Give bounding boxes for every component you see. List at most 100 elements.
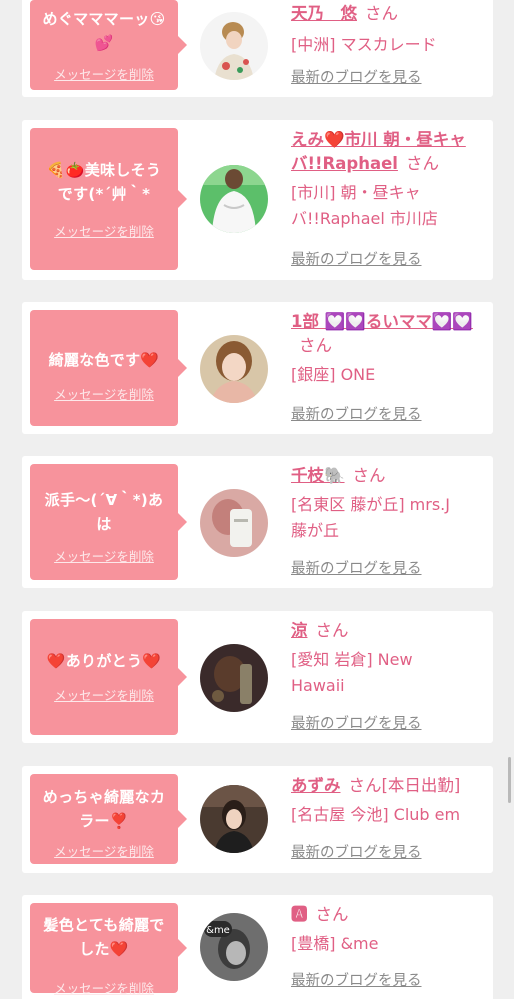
user-name-link[interactable]: 🅰 — [291, 905, 308, 924]
svg-text:&me: &me — [206, 925, 230, 936]
name-line: 天乃 悠さん — [291, 2, 487, 26]
name-line: 1部 💟💟るいママ💟💟 さん — [291, 310, 487, 358]
delete-message-link[interactable]: メッセージを削除 — [30, 978, 178, 997]
honorific: さん — [352, 466, 386, 485]
shop-line: [中洲] マスカレード — [291, 35, 437, 54]
message-line: 💕 — [94, 34, 114, 52]
user-name-link[interactable]: 千枝🐘 — [291, 466, 345, 485]
name-line: 涼さん — [291, 619, 487, 643]
avatar[interactable] — [200, 785, 268, 853]
avatar[interactable] — [200, 489, 268, 557]
message-card: 派手〜(´∀｀*)あ は メッセージを削除 千枝🐘 さん [名東区 藤が丘] mr… — [22, 456, 493, 588]
message-card: めぐマママーッ😘 💕 メッセージを削除 天乃 悠さん [中洲] マスカレード 最… — [22, 0, 493, 97]
user-info: 🅰 さん [豊橋] &me — [291, 903, 487, 957]
shop-line: バ!!Raphael 市川店 — [291, 209, 438, 228]
delete-message-link[interactable]: メッセージを削除 — [30, 384, 178, 403]
message-text: めぐマママーッ😘 💕 — [40, 7, 168, 55]
message-bubble: 綺麗な色です❤️ メッセージを削除 — [30, 310, 187, 426]
shop-line: 藤が丘 — [291, 521, 340, 540]
message-line: ❤️ありがとう❤️ — [46, 652, 162, 670]
delete-message-link[interactable]: メッセージを削除 — [30, 221, 178, 240]
honorific: さん — [315, 905, 349, 924]
message-card: 🍕🍅美味しそう です(*´艸｀* メッセージを削除 えみ❤️市川 朝・昼キャバ!… — [22, 120, 493, 280]
message-card: 綺麗な色です❤️ メッセージを削除 1部 💟💟るいママ💟💟 さん [銀座] ONE… — [22, 302, 493, 434]
user-info: 1部 💟💟るいママ💟💟 さん [銀座] ONE — [291, 310, 487, 388]
shop-info: [銀座] ONE — [291, 362, 487, 388]
message-line: めぐマママーッ😘 — [42, 10, 166, 28]
latest-blog-link[interactable]: 最新のブログを見る — [291, 403, 422, 424]
user-info: 天乃 悠さん [中洲] マスカレード — [291, 2, 487, 58]
user-name-link[interactable]: 天乃 悠 — [291, 4, 357, 23]
latest-blog-link[interactable]: 最新のブログを見る — [291, 248, 422, 269]
message-text: 派手〜(´∀｀*)あ は — [40, 488, 168, 536]
shop-line: [愛知 岩倉] New — [291, 650, 413, 669]
delete-message-link[interactable]: メッセージを削除 — [30, 685, 178, 704]
message-bubble: 🍕🍅美味しそう です(*´艸｀* メッセージを削除 — [30, 128, 187, 270]
message-line: 🍕🍅美味しそう — [46, 161, 162, 179]
user-name-link[interactable]: えみ❤️市川 朝・昼キャバ!!Raphael — [291, 130, 466, 173]
honorific: さん — [348, 776, 382, 795]
message-line: 髪色とても綺麗で — [43, 916, 165, 934]
message-bubble: めっちゃ綺麗なカ ラー❣️ メッセージを削除 — [30, 774, 187, 864]
latest-blog-link[interactable]: 最新のブログを見る — [291, 841, 422, 862]
message-card: ❤️ありがとう❤️ メッセージを削除 涼さん [愛知 岩倉] New Hawai… — [22, 611, 493, 743]
delete-message-link[interactable]: メッセージを削除 — [30, 64, 178, 83]
message-text: 髪色とても綺麗で した❤️ — [40, 913, 168, 961]
message-line: は — [96, 515, 112, 533]
message-bubble: ❤️ありがとう❤️ メッセージを削除 — [30, 619, 187, 735]
shop-line: [豊橋] &me — [291, 934, 379, 953]
user-info: あずみ さん[本日出勤] [名古屋 今池] Club em — [291, 774, 487, 828]
message-bubble: めぐマママーッ😘 💕 メッセージを削除 — [30, 0, 187, 90]
message-text: ❤️ありがとう❤️ — [40, 649, 168, 673]
message-line: 綺麗な色です❤️ — [48, 351, 160, 369]
user-name-link[interactable]: 1部 💟💟るいママ💟💟 — [291, 312, 473, 331]
shop-line: Hawaii — [291, 676, 345, 695]
shop-info: [中洲] マスカレード — [291, 32, 487, 58]
user-info: 千枝🐘 さん [名東区 藤が丘] mrs.J 藤が丘 — [291, 464, 487, 544]
user-name-link[interactable]: 涼 — [291, 621, 308, 640]
shop-line: [銀座] ONE — [291, 365, 376, 384]
honorific: さん — [405, 154, 439, 173]
message-text: 綺麗な色です❤️ — [40, 348, 168, 372]
honorific: さん — [299, 336, 332, 355]
avatar[interactable]: &me — [200, 913, 268, 981]
message-list: めぐマママーッ😘 💕 メッセージを削除 天乃 悠さん [中洲] マスカレード 最… — [0, 0, 514, 999]
user-info: えみ❤️市川 朝・昼キャバ!!Raphael さん [市川] 朝・昼キャ バ!!R… — [291, 128, 487, 232]
user-info: 涼さん [愛知 岩倉] New Hawaii — [291, 619, 487, 699]
honorific: さん — [365, 4, 398, 23]
shop-line: [市川] 朝・昼キャ — [291, 183, 421, 202]
message-line: ラー❣️ — [79, 812, 129, 830]
avatar[interactable] — [200, 12, 268, 80]
delete-message-link[interactable]: メッセージを削除 — [30, 841, 178, 860]
name-line: 千枝🐘 さん — [291, 464, 487, 488]
delete-message-link[interactable]: メッセージを削除 — [30, 546, 178, 565]
message-line: めっちゃ綺麗なカ — [42, 788, 166, 806]
shop-line: [名古屋 今池] Club em — [291, 805, 461, 824]
avatar[interactable] — [200, 165, 268, 233]
name-line: あずみ さん[本日出勤] — [291, 774, 487, 798]
message-card: めっちゃ綺麗なカ ラー❣️ メッセージを削除 あずみ さん[本日出勤] [名古屋 … — [22, 766, 493, 873]
name-line: 🅰 さん — [291, 903, 487, 927]
avatar[interactable] — [200, 335, 268, 403]
latest-blog-link[interactable]: 最新のブログを見る — [291, 712, 422, 733]
shop-info: [名東区 藤が丘] mrs.J 藤が丘 — [291, 492, 487, 544]
message-text: 🍕🍅美味しそう です(*´艸｀* — [40, 158, 168, 206]
honorific: さん — [315, 621, 349, 640]
message-text: めっちゃ綺麗なカ ラー❣️ — [40, 785, 168, 833]
latest-blog-link[interactable]: 最新のブログを見る — [291, 969, 422, 990]
avatar[interactable] — [200, 644, 268, 712]
message-line: した❤️ — [79, 940, 129, 958]
user-name-link[interactable]: あずみ — [291, 776, 341, 795]
status-badge: [本日出勤] — [381, 776, 461, 795]
shop-info: [名古屋 今池] Club em — [291, 802, 487, 828]
shop-line: [名東区 藤が丘] mrs.J — [291, 495, 450, 514]
message-line: 派手〜(´∀｀*)あ — [44, 491, 164, 509]
latest-blog-link[interactable]: 最新のブログを見る — [291, 557, 422, 578]
latest-blog-link[interactable]: 最新のブログを見る — [291, 66, 422, 87]
shop-info: [市川] 朝・昼キャ バ!!Raphael 市川店 — [291, 180, 487, 232]
scrollbar[interactable] — [508, 757, 511, 803]
shop-info: [豊橋] &me — [291, 931, 487, 957]
shop-info: [愛知 岩倉] New Hawaii — [291, 647, 487, 699]
message-card: 髪色とても綺麗で した❤️ メッセージを削除 &me 🅰 さん [豊橋] &me … — [22, 895, 493, 999]
message-bubble: 髪色とても綺麗で した❤️ メッセージを削除 — [30, 903, 187, 996]
